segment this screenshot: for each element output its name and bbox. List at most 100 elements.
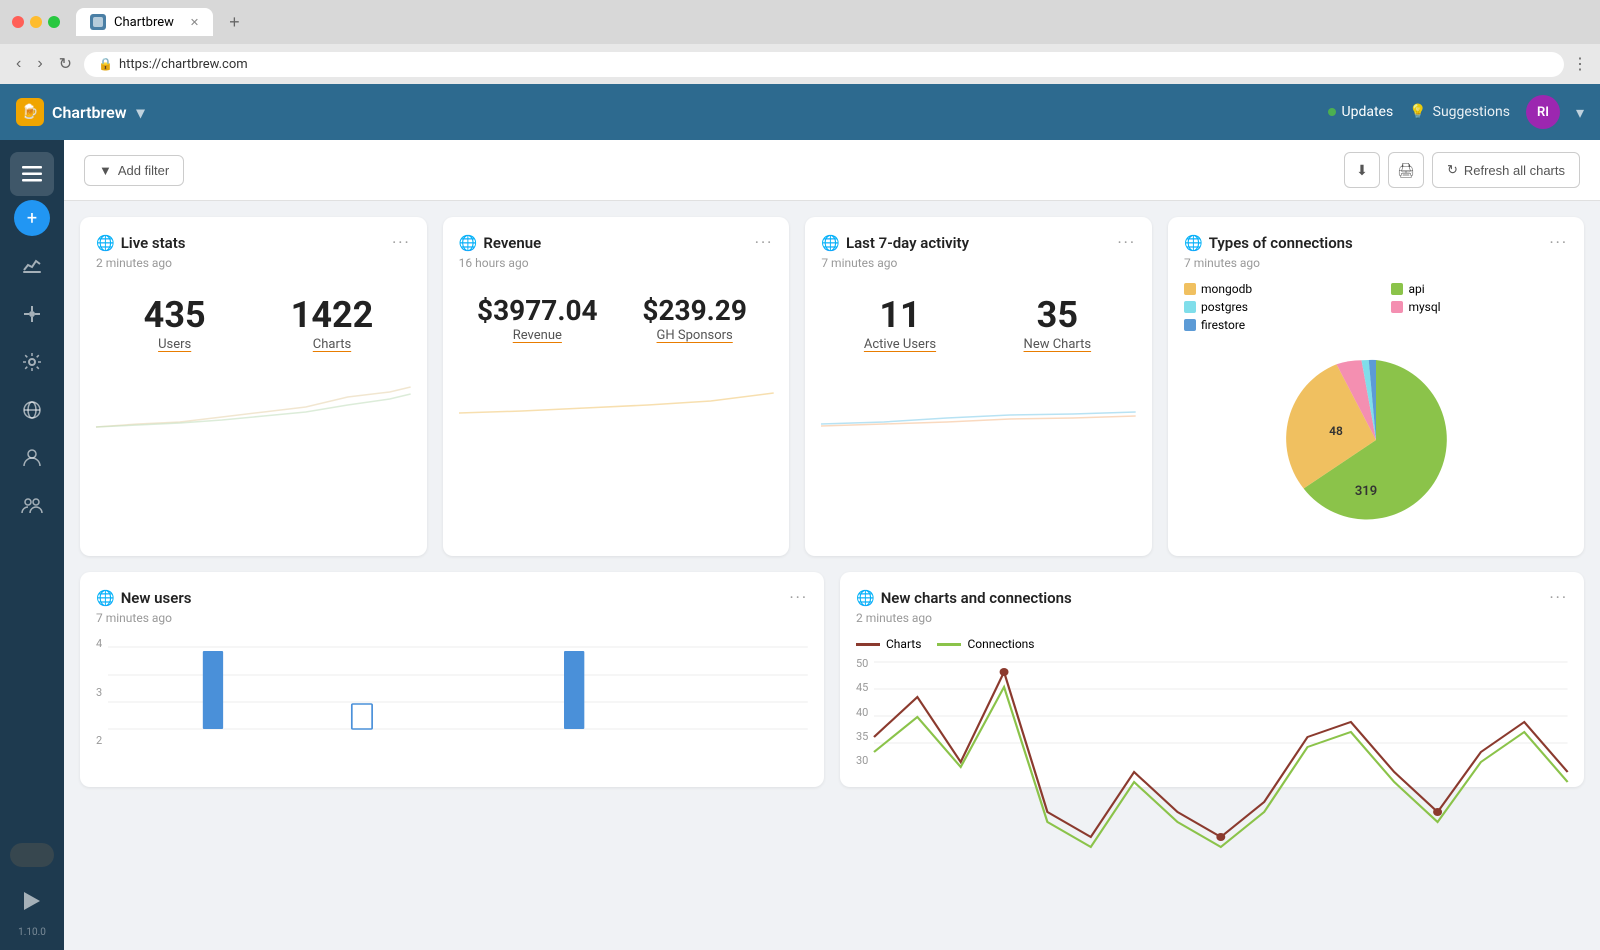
live-stats-kpi-charts: 1422 Charts [253,282,410,364]
new-users-menu-button[interactable]: ··· [789,588,808,607]
forward-button[interactable]: › [33,51,46,77]
live-stats-title: Live stats [121,234,186,252]
new-users-card: 🌐 New users ··· 7 minutes ago 4 3 2 [80,572,824,787]
sidebar-item-menu[interactable] [10,152,54,196]
y-label-3: 3 [96,686,102,699]
y-label-50: 50 [856,657,868,670]
activity-charts-value: 35 [987,294,1128,337]
new-charts-card: 🌐 New charts and connections ··· 2 minut… [840,572,1584,787]
revenue-card: 🌐 Revenue ··· 16 hours ago $3977.04 Reve… [443,217,790,556]
revenue-kpi-grid: $3977.04 Revenue $239.29 GH Sponsors [459,282,774,355]
brand-logo[interactable]: 🍺 Chartbrew ▾ [16,98,145,126]
user-avatar[interactable]: RI [1526,95,1560,129]
updates-link[interactable]: Updates [1328,104,1394,120]
legend-charts-line [856,643,880,646]
tab-favicon [90,14,106,30]
legend-api-dot [1391,283,1403,295]
toolbar-right: ⬇ 🖨 ↻ Refresh all charts [1344,152,1580,188]
sidebar: + 1.10.0 [0,140,64,950]
activity-sparkline [821,372,1136,432]
address-bar[interactable]: 🔒 https://chartbrew.com [84,52,1564,77]
legend-mysql-label: mysql [1408,300,1440,314]
connections-globe-icon: 🌐 [1184,234,1203,252]
reload-button[interactable]: ↻ [55,50,76,78]
activity-users-label: Active Users [829,337,970,352]
suggestions-link[interactable]: 💡 Suggestions [1409,104,1510,120]
back-button[interactable]: ‹ [12,51,25,77]
legend-charts: Charts [856,637,921,651]
new-users-title: New users [121,589,192,607]
updates-dot-icon [1328,108,1336,116]
y-label-45: 45 [856,681,868,694]
y-label-35: 35 [856,730,868,743]
sidebar-item-play[interactable] [10,879,54,923]
updates-label: Updates [1342,104,1394,120]
bottom-charts-row: 🌐 New users ··· 7 minutes ago 4 3 2 [80,572,1584,787]
version-label: 1.10.0 [18,927,46,938]
legend-mongodb: mongodb [1184,282,1379,296]
sidebar-item-user[interactable] [10,436,54,480]
minimize-dot[interactable] [30,16,42,28]
activity-users-value: 11 [829,294,970,337]
main-content: ▼ Add filter ⬇ 🖨 ↻ Refresh all charts [64,140,1600,950]
y-label-40: 40 [856,706,868,719]
sidebar-item-charts[interactable] [10,244,54,288]
url-text: https://chartbrew.com [119,57,248,72]
legend-mongodb-dot [1184,283,1196,295]
refresh-all-button[interactable]: ↻ Refresh all charts [1432,152,1580,188]
legend-firestore-label: firestore [1201,318,1245,332]
close-dot[interactable] [12,16,24,28]
toolbar: ▼ Add filter ⬇ 🖨 ↻ Refresh all charts [64,140,1600,201]
line-chart-svg-container [874,657,1568,771]
new-charts-globe-icon: 🌐 [856,589,875,607]
sidebar-item-settings[interactable] [10,340,54,384]
legend-mysql-dot [1391,301,1403,313]
maximize-dot[interactable] [48,16,60,28]
connections-title: Types of connections [1209,234,1353,252]
line-chart-y-axis: 50 45 40 35 30 [856,657,874,767]
tab-close-button[interactable]: ✕ [190,16,199,29]
activity-menu-button[interactable]: ··· [1117,233,1136,252]
legend-connections-label: Connections [967,637,1034,651]
y-label-2: 2 [96,734,102,747]
svg-text:319: 319 [1355,484,1377,499]
more-options-button[interactable]: ⋮ [1572,54,1588,74]
legend-firestore-dot [1184,319,1196,331]
legend-connections: Connections [937,637,1034,651]
top-navigation: 🍺 Chartbrew ▾ Updates 💡 Suggestions RI ▾ [0,84,1600,140]
live-stats-charts-label: Charts [261,337,402,352]
filter-icon: ▼ [99,163,112,178]
sidebar-add-button[interactable]: + [14,200,50,236]
revenue-time: 16 hours ago [459,256,774,270]
new-charts-menu-button[interactable]: ··· [1549,588,1568,607]
connections-menu-button[interactable]: ··· [1549,233,1568,252]
bar-chart-area [108,637,808,751]
tab-title: Chartbrew [114,15,174,30]
sidebar-toggle[interactable] [10,843,54,867]
live-stats-menu-button[interactable]: ··· [392,233,411,252]
browser-tab[interactable]: Chartbrew ✕ [76,8,213,36]
refresh-icon: ↻ [1447,162,1458,178]
revenue-kpi-main: $3977.04 Revenue [459,282,616,355]
legend-mysql: mysql [1391,300,1568,314]
y-label-30: 30 [856,754,868,767]
brand-name: Chartbrew [52,103,127,122]
new-tab-button[interactable]: + [221,12,248,33]
sidebar-item-team-settings[interactable] [10,484,54,528]
print-button[interactable]: 🖨 [1388,152,1424,188]
download-icon: ⬇ [1356,162,1368,179]
pie-chart-container: 319 48 [1184,340,1568,540]
sidebar-item-connections[interactable] [10,292,54,336]
add-filter-button[interactable]: ▼ Add filter [84,155,184,186]
download-button[interactable]: ⬇ [1344,152,1380,188]
revenue-menu-button[interactable]: ··· [755,233,774,252]
brand-caret-icon: ▾ [137,103,145,122]
legend-postgres-dot [1184,301,1196,313]
sidebar-item-globe[interactable] [10,388,54,432]
print-icon: 🖨 [1397,162,1415,179]
legend-postgres-label: postgres [1201,300,1248,314]
revenue-title: Revenue [483,234,541,252]
live-stats-card: 🌐 Live stats ··· 2 minutes ago 435 Users… [80,217,427,556]
revenue-sponsors-label: GH Sponsors [624,328,765,343]
legend-charts-label: Charts [886,637,921,651]
